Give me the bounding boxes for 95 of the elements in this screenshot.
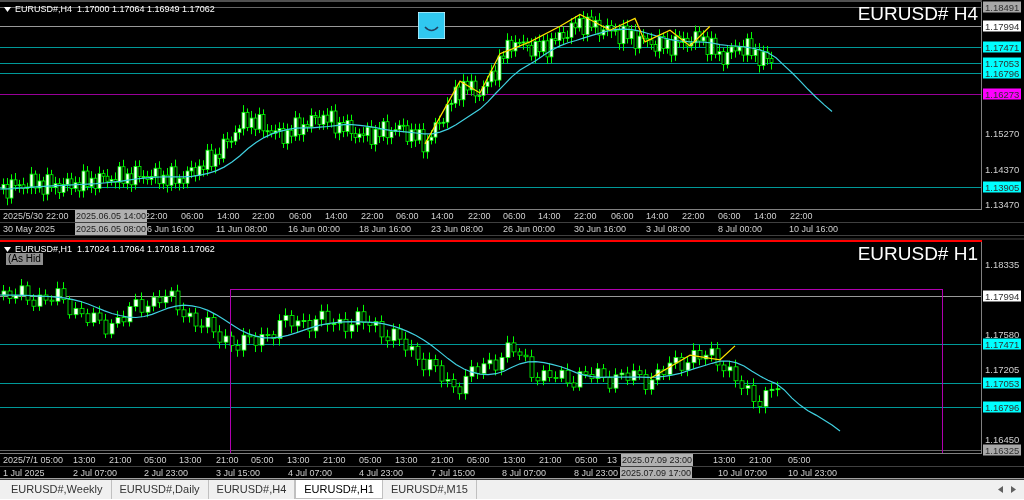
time-label: 13:00 bbox=[178, 454, 203, 466]
time-label: 7 Jul 15:00 bbox=[430, 467, 477, 479]
price-label: 1.17580 bbox=[984, 328, 1021, 340]
price-label: 1.17053 bbox=[983, 377, 1022, 389]
time-label: 2025.07.09 23:00 bbox=[621, 454, 694, 466]
time-label: 26 Jun 00:00 bbox=[502, 223, 557, 235]
price-label: 1.17471 bbox=[983, 41, 1022, 53]
time-label: 23 Jun 08:00 bbox=[430, 223, 485, 235]
time-label: 14:00 bbox=[430, 210, 455, 222]
price-label: 1.16796 bbox=[983, 401, 1022, 412]
price-label: 1.15270 bbox=[984, 127, 1021, 139]
time-label: 8 Jul 07:00 bbox=[501, 467, 548, 479]
time-label: 13:00 bbox=[502, 454, 527, 466]
price-label: 1.16325 bbox=[983, 444, 1022, 456]
time-label: 13:00 bbox=[712, 454, 737, 466]
time-label: 06:00 bbox=[502, 210, 527, 222]
time-label: 16 Jun 00:00 bbox=[287, 223, 342, 235]
time-label: 22:00 bbox=[681, 210, 706, 222]
time-label: 21:00 bbox=[748, 454, 773, 466]
price-label: 1.18491 bbox=[983, 1, 1022, 13]
time-label: 06:00 bbox=[717, 210, 742, 222]
time-label: 6 Jun 16:00 bbox=[146, 223, 196, 235]
time-label: 06:00 bbox=[395, 210, 420, 222]
time-label: 05:00 bbox=[143, 454, 168, 466]
time-label: 22:00 bbox=[573, 210, 598, 222]
time-label: 13:00 bbox=[286, 454, 311, 466]
price-label: 1.16450 bbox=[984, 433, 1021, 445]
time-label: 14:00 bbox=[645, 210, 670, 222]
time-label: 14:00 bbox=[216, 210, 241, 222]
time-label: 05:00 bbox=[250, 454, 275, 466]
scroll-right-icon[interactable] bbox=[1011, 486, 1016, 493]
time-label: 1 Jul 2025 bbox=[2, 467, 46, 479]
pane-header: EURUSD#,H1 1.17024 1.17064 1.17018 1.17062 bbox=[15, 243, 215, 255]
indicator-tag: (As Hid bbox=[6, 253, 43, 265]
time-label: 14:00 bbox=[324, 210, 349, 222]
time-label: 2025/7/1 05:00 bbox=[2, 454, 65, 466]
time-label: 2025.07.09 17:00 bbox=[620, 467, 693, 479]
time-label: 05:00 bbox=[358, 454, 383, 466]
chart-title: EURUSD# H1 bbox=[857, 243, 978, 265]
time-label: 30 Jun 16:00 bbox=[573, 223, 628, 235]
time-label: 21:00 bbox=[322, 454, 347, 466]
price-label: 1.17471 bbox=[983, 338, 1022, 350]
time-label: 10 Jul 16:00 bbox=[788, 223, 840, 235]
time-label: 14:00 bbox=[537, 210, 562, 222]
time-label: 22:00 bbox=[251, 210, 276, 222]
time-label: 06:00 bbox=[288, 210, 313, 222]
price-label: 1.17994 bbox=[983, 290, 1022, 302]
time-label: 22:00 bbox=[789, 210, 814, 222]
time-label: 18 Jun 16:00 bbox=[358, 223, 413, 235]
time-label: 30 May 2025 bbox=[2, 223, 57, 235]
time-label: 05:00 bbox=[574, 454, 599, 466]
chart-tab[interactable]: EURUSD#,H1 bbox=[295, 480, 383, 499]
price-label: 1.17205 bbox=[984, 363, 1021, 375]
price-label: 1.16273 bbox=[983, 88, 1022, 100]
price-label: 1.16796 bbox=[983, 67, 1022, 79]
price-label: 1.17994 bbox=[983, 21, 1022, 32]
time-label: 13 bbox=[606, 454, 618, 466]
scroll-left-icon[interactable] bbox=[998, 486, 1003, 493]
time-label: 8 Jul 23:00 bbox=[573, 467, 620, 479]
price-label: 1.13470 bbox=[984, 198, 1021, 210]
time-label: 06:00 bbox=[180, 210, 205, 222]
time-label: 2 Jul 23:00 bbox=[143, 467, 190, 479]
time-label: 22:00 bbox=[360, 210, 385, 222]
time-label: 2025/5/30 bbox=[2, 210, 45, 222]
price-label: 1.14370 bbox=[984, 163, 1021, 175]
price-label: 1.13905 bbox=[983, 181, 1022, 193]
time-label: 14:00 bbox=[753, 210, 778, 222]
time-label: 22:00 bbox=[467, 210, 492, 222]
price-label: 1.17053 bbox=[983, 57, 1022, 69]
time-label: 4 Jul 07:00 bbox=[287, 467, 334, 479]
time-label: 21:00 bbox=[430, 454, 455, 466]
time-label: 3 Jul 08:00 bbox=[645, 223, 692, 235]
price-label: 1.18335 bbox=[984, 258, 1021, 270]
time-label: 22:00 bbox=[45, 210, 70, 222]
time-label: 4 Jul 23:00 bbox=[358, 467, 405, 479]
time-label: 05:00 bbox=[787, 454, 812, 466]
time-label: 13:00 bbox=[394, 454, 419, 466]
time-label: 11 Jun 08:00 bbox=[215, 223, 269, 235]
pane-header: EURUSD#,H4 1.17000 1.17064 1.16949 1.17062 bbox=[15, 3, 215, 16]
time-label: 13:00 bbox=[72, 454, 97, 466]
time-label: 2025.06.05 08:00 bbox=[75, 223, 148, 235]
time-label: 06:00 bbox=[610, 210, 635, 222]
collapse-icon[interactable] bbox=[4, 247, 11, 253]
time-label: 05:00 bbox=[466, 454, 491, 466]
time-label: 21:00 bbox=[108, 454, 133, 466]
chart-title: EURUSD# H4 bbox=[857, 3, 978, 25]
time-label: 21:00 bbox=[538, 454, 563, 466]
time-label: 2 Jul 07:00 bbox=[72, 467, 119, 479]
time-label: 10 Jul 23:00 bbox=[787, 467, 839, 479]
time-label: 8 Jul 00:00 bbox=[717, 223, 764, 235]
time-label: 21:00 bbox=[215, 454, 240, 466]
time-label: 10 Jul 07:00 bbox=[717, 467, 769, 479]
time-label: 2025.06.05 14:00 bbox=[75, 210, 148, 222]
time-label: 3 Jul 15:00 bbox=[215, 467, 262, 479]
smile-icon[interactable] bbox=[418, 12, 445, 39]
